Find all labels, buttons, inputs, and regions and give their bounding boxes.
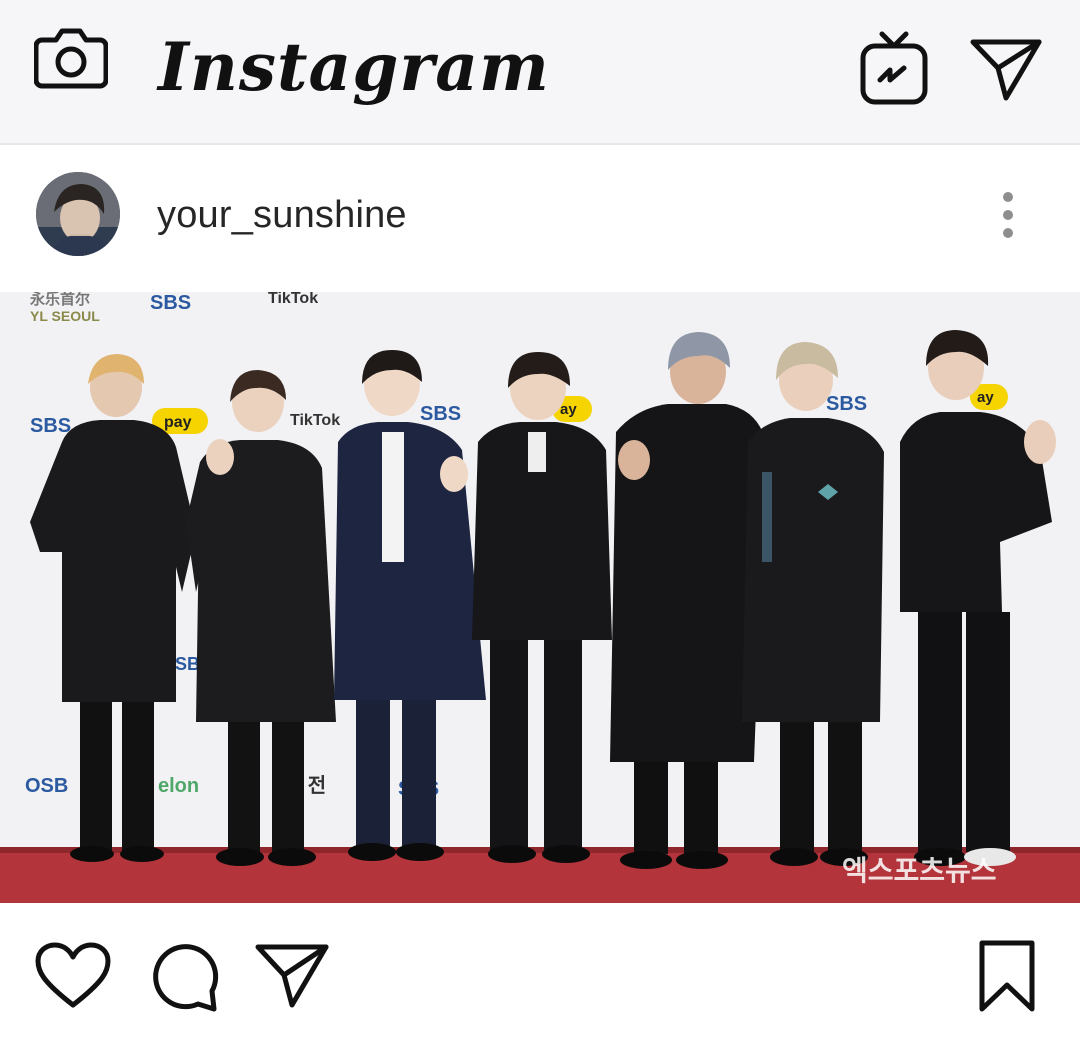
more-options-icon[interactable] <box>985 190 1031 240</box>
sponsor-logo: SBS <box>150 292 191 314</box>
comment-icon[interactable] <box>148 941 220 1013</box>
sponsor-logo: TikTok <box>268 292 318 307</box>
svg-text:ay: ay <box>977 389 994 406</box>
camera-icon[interactable] <box>34 22 108 92</box>
sponsor-logo: elon <box>158 775 199 797</box>
svg-text:pay: pay <box>164 414 192 431</box>
svg-text:ay: ay <box>560 401 577 418</box>
sponsor-logo: OSB <box>25 775 68 797</box>
igtv-icon[interactable] <box>858 28 930 108</box>
photo-watermark: 엑스포츠뉴스 <box>842 855 997 886</box>
sponsor-logo: SBS <box>420 403 461 425</box>
post-photo[interactable]: 永乐首尔 YL SEOUL SBS TikTok SBS pay TikTok … <box>0 292 1080 903</box>
post-photo-image: 永乐首尔 YL SEOUL SBS TikTok SBS pay TikTok … <box>0 292 1080 903</box>
sponsor-logo: SBS <box>826 393 867 415</box>
instagram-logo: Instagram <box>158 28 550 106</box>
post-header: your_sunshine <box>0 145 1080 292</box>
sponsor-logo: YL SEOUL <box>30 308 100 324</box>
share-icon[interactable] <box>254 943 330 1009</box>
sponsor-logo: 永乐首尔 <box>29 292 90 308</box>
direct-message-icon[interactable] <box>968 34 1044 104</box>
heart-icon[interactable] <box>34 941 112 1011</box>
post-username[interactable]: your_sunshine <box>157 193 407 237</box>
sponsor-logo: TikTok <box>290 412 340 429</box>
avatar[interactable] <box>36 172 120 256</box>
bookmark-icon[interactable] <box>976 939 1038 1013</box>
post-action-bar <box>0 903 1080 1048</box>
sponsor-logo: SBS <box>30 415 71 437</box>
top-app-bar: Instagram <box>0 0 1080 145</box>
